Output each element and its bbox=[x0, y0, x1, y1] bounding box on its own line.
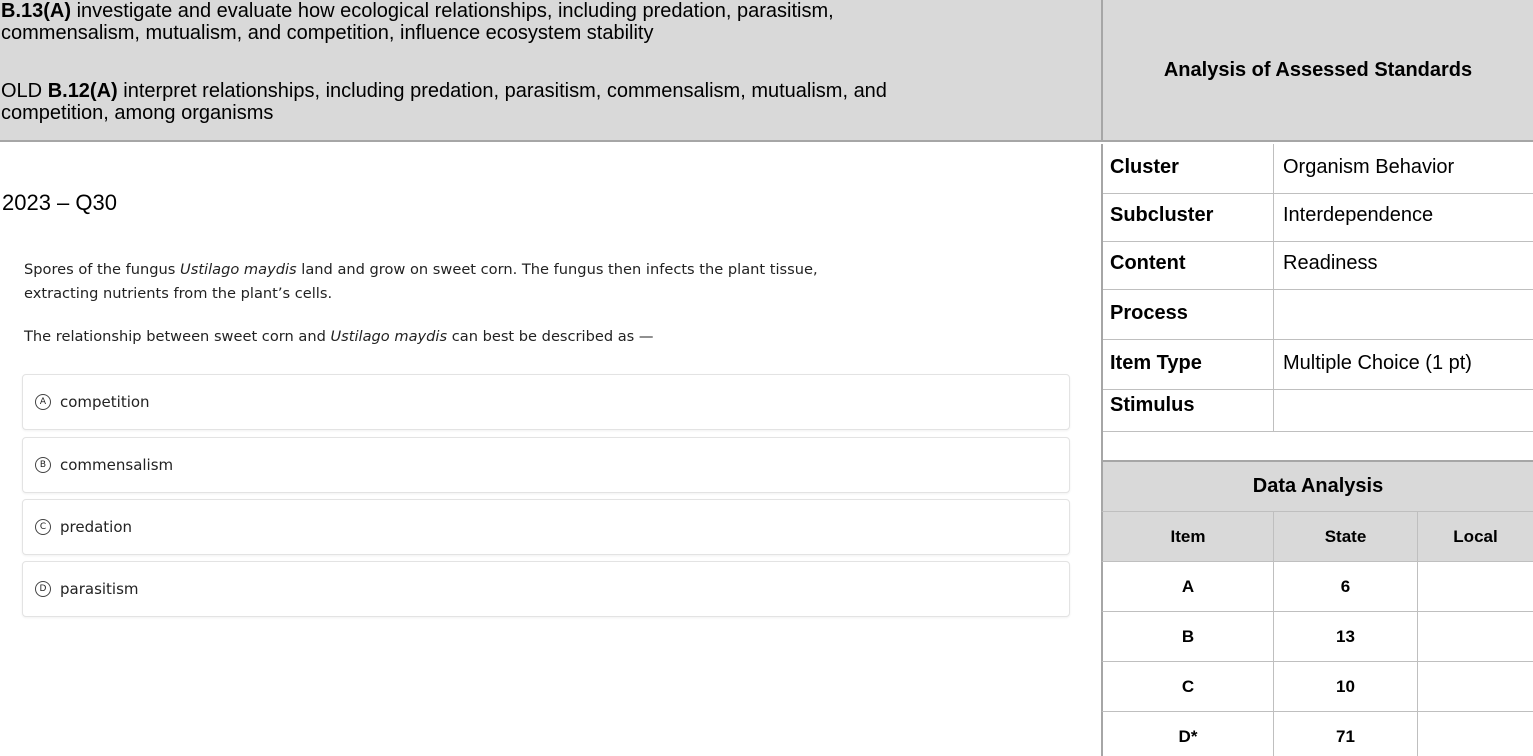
data-row-d: D* 71 bbox=[1101, 712, 1533, 756]
row-label: Process bbox=[1101, 290, 1274, 340]
stem-species: Ustilago maydis bbox=[180, 261, 297, 278]
row-label: Stimulus bbox=[1101, 382, 1274, 432]
question-prompt: The relationship between sweet corn and … bbox=[24, 328, 654, 345]
option-text-b: commensalism bbox=[60, 456, 174, 474]
data-row-a: A 6 bbox=[1101, 562, 1533, 612]
cell-local bbox=[1418, 662, 1533, 712]
data-analysis-header: Item State Local bbox=[1101, 512, 1533, 562]
row-value: Organism Behavior bbox=[1283, 156, 1455, 178]
row-label: Cluster bbox=[1101, 144, 1274, 194]
old-standard-code: B.12(A) bbox=[47, 80, 118, 102]
answer-option-d[interactable]: D parasitism bbox=[22, 561, 1070, 617]
standards-header: B.13(A) investigate and evaluate how eco… bbox=[0, 0, 1101, 142]
data-row-b: B 13 bbox=[1101, 612, 1533, 662]
row-label: Content bbox=[1101, 240, 1274, 290]
answer-option-a[interactable]: A competition bbox=[22, 374, 1070, 430]
table-spacer bbox=[1101, 432, 1533, 462]
option-letter-a: A bbox=[35, 394, 51, 410]
option-letter-d: D bbox=[35, 581, 51, 597]
standard-text-1: investigate and evaluate how ecological … bbox=[71, 0, 834, 22]
prompt-species: Ustilago maydis bbox=[330, 328, 448, 345]
standard-line-1: B.13(A) investigate and evaluate how eco… bbox=[1, 0, 834, 22]
header-local: Local bbox=[1418, 512, 1533, 562]
cell-item: D* bbox=[1101, 712, 1274, 756]
data-row-c: C 10 bbox=[1101, 662, 1533, 712]
analysis-row-content: Content Readiness bbox=[1101, 240, 1533, 290]
option-text-a: competition bbox=[60, 393, 150, 411]
option-text-c: predation bbox=[60, 518, 133, 536]
cell-item: B bbox=[1101, 612, 1274, 662]
header-item: Item bbox=[1101, 512, 1274, 562]
question-title: 2023 – Q30 bbox=[2, 190, 117, 215]
cell-local bbox=[1418, 712, 1533, 756]
cell-state: 6 bbox=[1274, 562, 1418, 612]
data-analysis-title: Data Analysis bbox=[1101, 462, 1533, 512]
row-value: Interdependence bbox=[1283, 204, 1434, 226]
stem-text: Spores of the fungus bbox=[24, 261, 181, 278]
standard-line-2: commensalism, mutualism, and competition… bbox=[1, 22, 654, 44]
option-letter-c: C bbox=[35, 519, 51, 535]
old-standard-line-2: competition, among organisms bbox=[1, 102, 274, 124]
prompt-text: can best be described as — bbox=[447, 328, 654, 345]
row-value bbox=[1274, 290, 1283, 340]
answer-option-b[interactable]: B commensalism bbox=[22, 437, 1070, 493]
standard-code: B.13(A) bbox=[1, 0, 72, 22]
cell-item: C bbox=[1101, 662, 1274, 712]
cell-state: 13 bbox=[1274, 612, 1418, 662]
question-stem-line-2: extracting nutrients from the plant’s ce… bbox=[24, 285, 333, 302]
cell-local bbox=[1418, 562, 1533, 612]
analysis-title: Analysis of Assessed Standards bbox=[1101, 0, 1533, 142]
analysis-row-process: Process bbox=[1101, 290, 1533, 340]
row-label: Subcluster bbox=[1101, 192, 1274, 242]
analysis-row-stimulus: Stimulus bbox=[1101, 382, 1533, 432]
row-value bbox=[1274, 382, 1283, 432]
row-value: Readiness bbox=[1283, 252, 1378, 274]
answer-option-c[interactable]: C predation bbox=[22, 499, 1070, 555]
prompt-text: The relationship between sweet corn and bbox=[24, 328, 331, 345]
cell-item: A bbox=[1101, 562, 1274, 612]
question-stem-line-1: Spores of the fungus Ustilago maydis lan… bbox=[24, 261, 818, 278]
cell-local bbox=[1418, 612, 1533, 662]
old-prefix: OLD bbox=[1, 80, 48, 102]
old-standard-text-1: interpret relationships, including preda… bbox=[117, 80, 887, 102]
analysis-row-subcluster: Subcluster Interdependence bbox=[1101, 192, 1533, 242]
option-letter-b: B bbox=[35, 457, 51, 473]
cell-state: 10 bbox=[1274, 662, 1418, 712]
old-standard-line-1: OLD B.12(A) interpret relationships, inc… bbox=[1, 80, 887, 102]
cell-state: 71 bbox=[1274, 712, 1418, 756]
analysis-row-cluster: Cluster Organism Behavior bbox=[1101, 144, 1533, 194]
option-text-d: parasitism bbox=[60, 580, 139, 598]
stem-text: land and grow on sweet corn. The fungus … bbox=[296, 261, 818, 278]
header-state: State bbox=[1274, 512, 1418, 562]
